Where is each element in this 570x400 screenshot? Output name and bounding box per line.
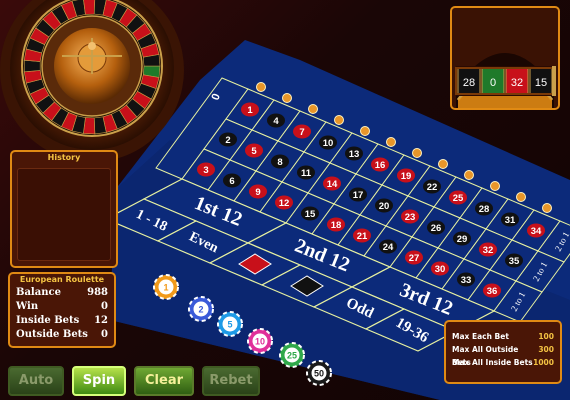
chip-value: 5 — [227, 320, 232, 330]
stat-value: 12 — [94, 315, 108, 326]
number-label: 30 — [435, 264, 446, 275]
stat-label: Inside Bets — [16, 315, 80, 326]
limit-row: Max All Inside Bets 1000 — [446, 356, 560, 369]
limit-value: 1000 — [533, 358, 554, 367]
number-label: 19 — [401, 171, 412, 182]
placed-chip[interactable] — [334, 115, 344, 125]
history-title: History — [47, 153, 81, 162]
number-label: 25 — [453, 193, 464, 204]
placed-chip[interactable] — [542, 203, 552, 213]
number-label: 29 — [457, 234, 468, 245]
history-panel: History — [10, 150, 118, 268]
number-label: 4 — [273, 116, 279, 127]
limit-row: Max All Outside Bets 300 — [446, 343, 560, 367]
wheel-pocket — [23, 59, 41, 73]
placed-chip[interactable] — [256, 82, 266, 92]
number-label: 16 — [375, 160, 386, 171]
stat-value: 0 — [101, 329, 108, 340]
result-pocket-number: 32 — [511, 77, 523, 89]
result-pocket-number: 28 — [463, 77, 475, 89]
placed-chip[interactable] — [516, 192, 526, 202]
number-label: 10 — [323, 138, 334, 149]
stat-value: 0 — [101, 301, 108, 312]
limit-label: Max Each Bet — [452, 332, 509, 341]
number-label: 23 — [405, 212, 416, 223]
placed-chip[interactable] — [308, 104, 318, 114]
number-label: 8 — [277, 157, 282, 168]
placed-chip[interactable] — [490, 181, 500, 191]
number-label: 5 — [251, 146, 257, 157]
stats-panel: European Roulette Balance 988 Win 0 Inside B… — [8, 272, 116, 348]
number-label: 34 — [531, 226, 542, 237]
number-label: 22 — [427, 182, 438, 193]
number-label: 9 — [255, 187, 260, 198]
placed-chip[interactable] — [412, 148, 422, 158]
number-label: 31 — [505, 215, 516, 226]
number-label: 13 — [349, 149, 360, 160]
limit-value: 100 — [538, 332, 554, 341]
stat-label: Balance — [16, 287, 61, 298]
spin-button[interactable]: Spin — [72, 366, 126, 396]
number-label: 21 — [357, 231, 368, 242]
number-label: 24 — [383, 242, 394, 253]
number-label: 1 — [247, 105, 253, 116]
number-label: 20 — [379, 201, 390, 212]
result-marker — [552, 66, 556, 96]
number-label: 11 — [301, 168, 312, 179]
wheel-pocket — [83, 0, 96, 15]
chip-value: 10 — [255, 337, 265, 347]
stat-row: Balance 988 — [10, 286, 114, 300]
chip-value: 1 — [163, 283, 168, 293]
number-label: 12 — [279, 198, 290, 209]
result-pocket-number: 0 — [490, 77, 496, 89]
number-label: 6 — [229, 176, 234, 187]
result-pocket-number: 15 — [535, 77, 547, 89]
stat-row: Win 0 — [10, 300, 114, 314]
auto-button[interactable]: Auto — [8, 366, 64, 396]
number-label: 32 — [483, 245, 494, 256]
number-label: 33 — [461, 275, 472, 286]
placed-chip[interactable] — [282, 93, 292, 103]
number-label: 15 — [305, 209, 316, 220]
placed-chip[interactable] — [386, 137, 396, 147]
clear-button[interactable]: Clear — [134, 366, 194, 396]
chip-value: 2 — [198, 305, 203, 315]
stat-row: Inside Bets 12 — [10, 314, 114, 328]
number-label: 36 — [487, 286, 498, 297]
number-label: 27 — [409, 253, 420, 264]
number-label: 2 — [225, 135, 230, 146]
chip-value: 50 — [314, 369, 324, 379]
limit-label: Max All Outside Bets — [452, 345, 519, 367]
result-wheel-panel: 28 0 32 15 — [450, 6, 560, 110]
stat-label: Win — [16, 301, 39, 312]
rebet-button[interactable]: Rebet — [202, 366, 260, 396]
limit-row: Max Each Bet 100 — [446, 330, 560, 343]
number-label: 3 — [203, 165, 208, 176]
number-label: 26 — [431, 223, 442, 234]
number-label: 14 — [327, 179, 338, 190]
number-label: 28 — [479, 204, 490, 215]
placed-chip[interactable] — [438, 159, 448, 169]
chip-value: 25 — [287, 351, 297, 361]
number-label: 7 — [299, 127, 304, 138]
limit-value: 300 — [538, 345, 554, 354]
number-label: 17 — [353, 190, 364, 201]
placed-chip[interactable] — [360, 126, 370, 136]
number-label: 35 — [509, 256, 520, 267]
stat-row: Outside Bets 0 — [10, 328, 114, 342]
game-screen: 0 1 2 3 4 5 6 7 8 9 10 11 12 13 14 15 16 17 18 19 20 21 22 23 24… — [0, 0, 570, 400]
stat-label: Outside Bets — [16, 329, 88, 340]
limit-label: Max All Inside Bets — [452, 358, 533, 367]
stat-value: 988 — [87, 287, 108, 298]
stats-title: European Roulette — [19, 275, 105, 284]
number-label: 18 — [331, 220, 342, 231]
result-wheel-view: 28 0 32 15 — [455, 53, 556, 108]
limits-panel: Max Each Bet 100 Max All Outside Bets 300 Ma… — [444, 320, 562, 384]
history-list — [17, 168, 111, 261]
placed-chip[interactable] — [464, 170, 474, 180]
